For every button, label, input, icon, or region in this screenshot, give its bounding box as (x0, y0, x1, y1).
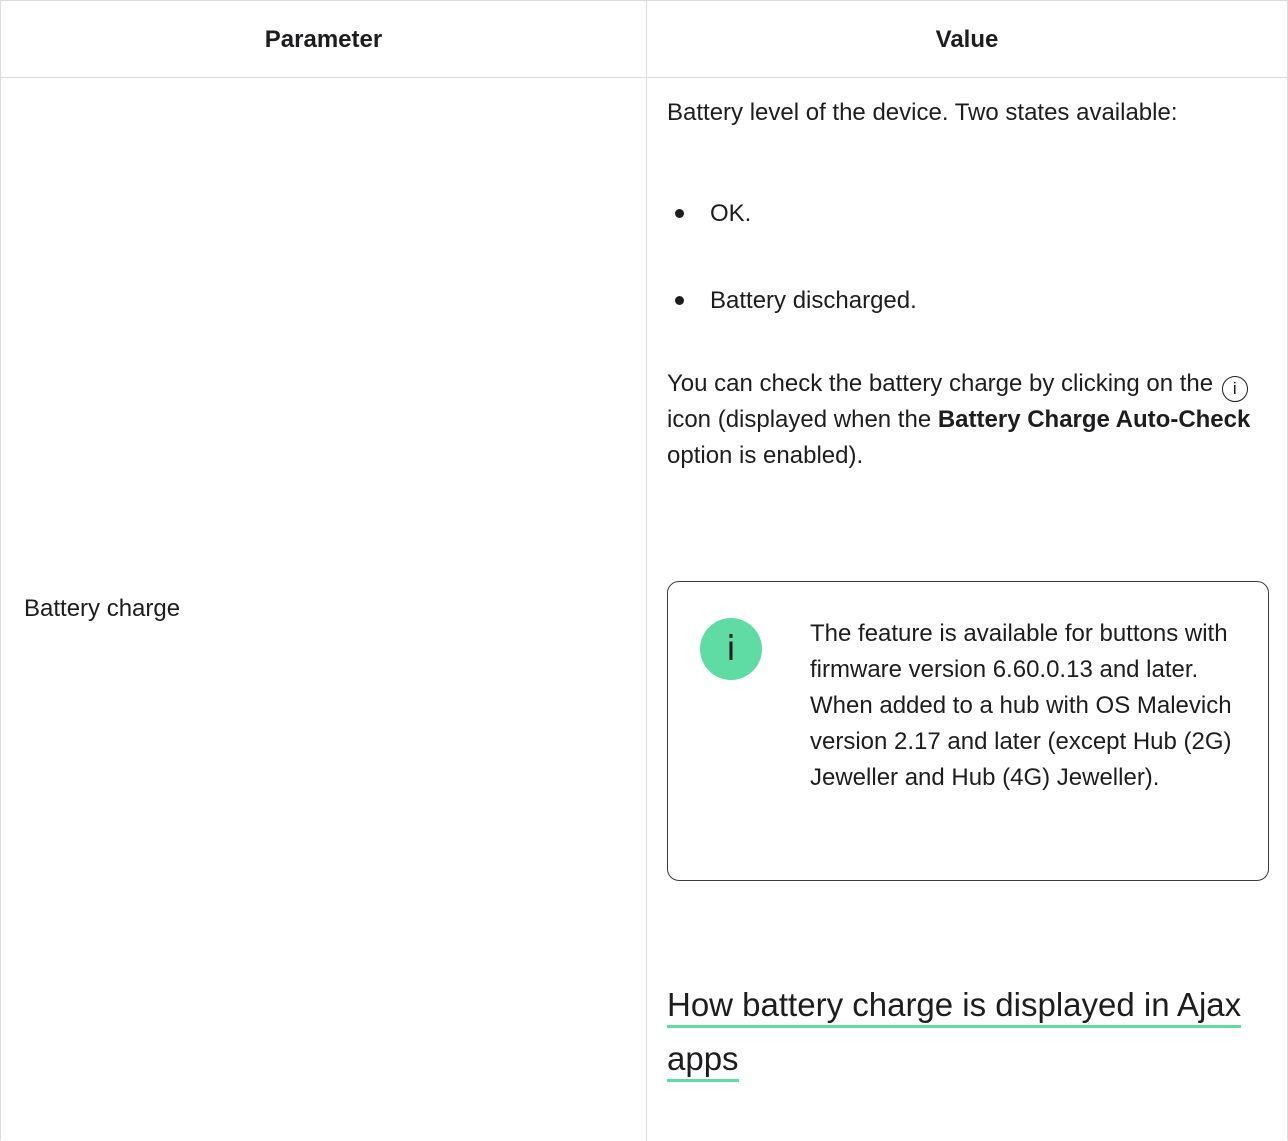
notice-text: The feature is available for buttons wit… (810, 620, 1232, 791)
check-text-part3: option is enabled). (667, 442, 864, 469)
info-icon: i (1221, 376, 1248, 402)
check-text-part2: icon (displayed when the (667, 406, 932, 433)
bullet-dot-icon (675, 296, 684, 305)
header-value: Value (935, 26, 999, 53)
list-item-text: OK. (710, 200, 752, 227)
column-divider (646, 1, 647, 1141)
intro-text: Battery level of the device. Two states … (667, 99, 1178, 126)
option-name: Battery Charge Auto-Check (937, 406, 1251, 433)
info-notice: i The feature is available for buttons w… (667, 581, 1269, 881)
link-heading-text[interactable]: How battery charge is displayed in Ajax … (667, 986, 1242, 1082)
bullet-dot-icon (675, 209, 684, 218)
parameters-table: Parameter Value Battery charge Battery l… (0, 0, 1288, 1141)
info-icon: i (700, 618, 762, 680)
check-text-part1: You can check the battery charge by clic… (667, 370, 1214, 397)
parameter-cell: Battery charge (24, 595, 181, 622)
header-parameter: Parameter (264, 26, 383, 53)
list-item-text: Battery discharged. (710, 287, 917, 314)
table-header-row: Parameter Value (1, 1, 1287, 78)
battery-display-link[interactable]: How battery charge is displayed in Ajax … (667, 978, 1267, 1086)
battery-check-text: You can check the battery charge by clic… (667, 366, 1267, 474)
